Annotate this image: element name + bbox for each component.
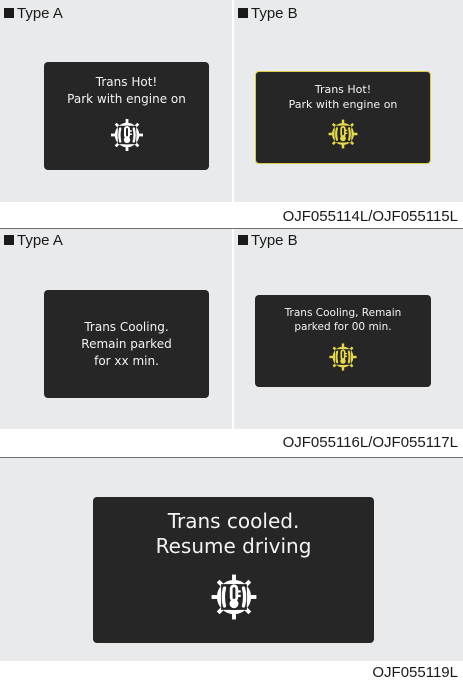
screen-message: Trans Hot! Park with engine on	[67, 74, 186, 106]
bullet-square-icon	[4, 235, 14, 245]
screen-message: Trans Cooling, Remain parked for 00 min.	[284, 307, 402, 333]
bullet-square-icon	[4, 8, 14, 18]
transmission-temperature-warning-icon	[326, 340, 360, 374]
type-a-label-text: Type A	[17, 232, 63, 249]
bullet-square-icon	[238, 235, 248, 245]
type-b-label: Type B	[238, 5, 298, 23]
section-1-column-divider	[232, 0, 234, 202]
figure-code: OJF055119L	[372, 664, 458, 681]
bullet-square-icon	[238, 8, 248, 18]
transmission-temperature-warning-icon	[325, 116, 361, 152]
type-b-label-text: Type B	[251, 5, 298, 22]
trans-cooling-screen-type-b: Trans Cooling, Remain parked for 00 min.	[255, 295, 431, 387]
type-a-label: Type A	[4, 5, 63, 23]
type-a-label: Type A	[4, 232, 63, 250]
section-2-column-divider	[232, 229, 234, 429]
trans-cooled-screen: Trans cooled. Resume driving	[93, 497, 374, 643]
type-a-label-text: Type A	[17, 5, 63, 22]
transmission-temperature-warning-icon	[107, 115, 147, 155]
type-b-label: Type B	[238, 232, 298, 250]
trans-hot-screen-type-b: Trans Hot! Park with engine on	[255, 71, 431, 164]
screen-message: Trans cooled. Resume driving	[155, 509, 312, 558]
figure-code: OJF055116L/OJF055117L	[282, 434, 458, 451]
trans-hot-screen-type-a: Trans Hot! Park with engine on	[44, 62, 209, 170]
transmission-temperature-warning-icon	[206, 569, 262, 625]
screen-message: Trans Cooling. Remain parked for xx min.	[81, 319, 172, 368]
figure-code: OJF055114L/OJF055115L	[282, 208, 458, 225]
trans-cooling-screen-type-a: Trans Cooling. Remain parked for xx min.	[44, 290, 209, 398]
screen-message: Trans Hot! Park with engine on	[288, 82, 398, 111]
type-b-label-text: Type B	[251, 232, 298, 249]
